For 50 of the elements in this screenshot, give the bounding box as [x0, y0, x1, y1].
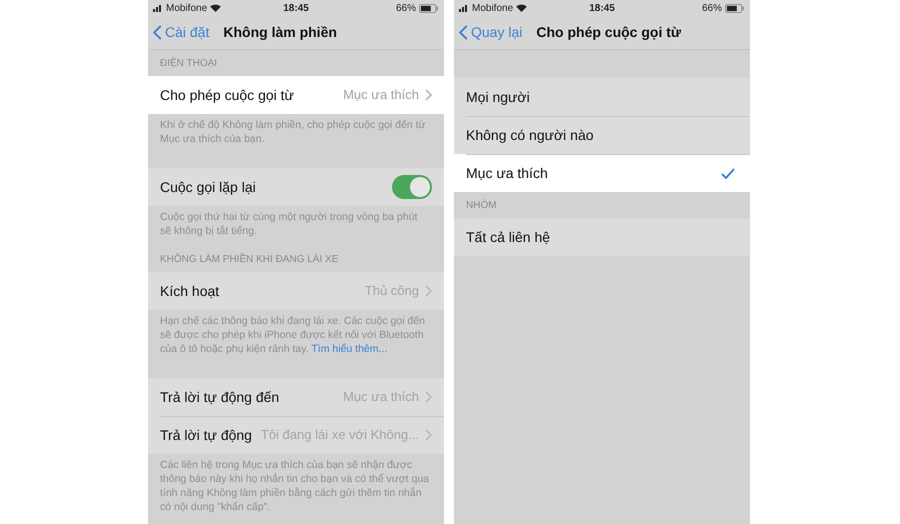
- toggle-switch[interactable]: [392, 175, 432, 199]
- row-value: Mục ưa thích: [343, 388, 419, 406]
- battery-percent: 66%: [702, 2, 722, 16]
- chevron-icon: [425, 429, 432, 441]
- status-time: 18:45: [589, 2, 615, 16]
- settings-row[interactable]: Cho phép cuộc gọi từ Mục ưa thích: [148, 76, 444, 114]
- carrier-name: Mobifone: [166, 2, 208, 16]
- row-label: Không có người nào: [466, 126, 594, 145]
- row-label: Tất cả liên hệ: [466, 228, 550, 246]
- row-label: Cho phép cuộc gọi từ: [160, 86, 294, 105]
- section-header: NHÓM: [466, 198, 497, 213]
- row-label: Cuộc gọi lặp lại: [160, 178, 256, 197]
- battery-icon: [418, 4, 439, 12]
- chevron-icon: [425, 391, 432, 403]
- chevron-icon: [425, 285, 432, 297]
- nav-title: Không làm phiền: [223, 23, 337, 42]
- settings-row[interactable]: Trả lời tự động đến Mục ưa thích: [148, 378, 444, 416]
- row-value: Thủ công: [364, 282, 419, 300]
- section-footer: Các liên hệ trong Mục ưa thích của bạn sẽ nhận được thông báo này khi họ nhắn tin cho bạn và có thể vượt qua tính năng Không làm phiền bằng cách gửi thêm tin nhắn có nội dung "khẩn cấp".: [148, 454, 444, 522]
- back-chevron-icon: [153, 25, 162, 40]
- settings-row[interactable]: Mọi người: [454, 78, 750, 116]
- battery-percent: 66%: [396, 2, 416, 16]
- row-label: Mục ưa thích: [466, 164, 548, 182]
- nav-title: Cho phép cuộc gọi từ: [536, 23, 682, 42]
- settings-row[interactable]: Mục ưa thích: [454, 154, 750, 192]
- settings-row[interactable]: Không có người nào: [454, 116, 750, 154]
- status-time: 18:45: [283, 2, 309, 16]
- row-value: Tôi đang lái xe với Không...: [260, 426, 419, 444]
- carrier-name: Mobifone: [472, 2, 514, 16]
- row-value: Mục ưa thích: [343, 86, 419, 104]
- battery-icon: [724, 4, 745, 12]
- signal-icon: [153, 4, 163, 12]
- wifi-icon: [210, 4, 222, 12]
- row-label: Trả lời tự động: [160, 426, 252, 445]
- signal-icon: [459, 4, 469, 12]
- section-header: ĐIỆN THOẠI: [160, 56, 218, 71]
- section-footer: Khi ở chế độ Không làm phiền, cho phép cuộc gọi đến từ Mục ưa thích của bạn.: [148, 114, 444, 154]
- settings-row[interactable]: Cuộc gọi lặp lại: [148, 168, 444, 206]
- row-label: Mọi người: [466, 88, 530, 107]
- row-label: Kích hoạt: [160, 282, 220, 300]
- wifi-icon: [516, 4, 528, 12]
- row-label: Trả lời tự động đến: [160, 388, 280, 407]
- section-footer: Cuộc gọi thứ hai từ cùng một người trong vòng ba phút sẽ không bị tắt tiếng.: [148, 206, 444, 246]
- settings-row[interactable]: Trả lời tự động Tôi đang lái xe với Không...: [148, 416, 444, 454]
- section-header: KHÔNG LÀM PHIỀN KHI ĐANG LÁI XE: [160, 252, 338, 267]
- back-chevron-icon: [459, 25, 468, 40]
- settings-row[interactable]: Tất cả liên hệ: [454, 218, 750, 256]
- section-footer: Hạn chế các thông báo khi đang lái xe. Các cuộc gọi đến sẽ được cho phép khi iPhone được kết nối với Bluetooth của ô tô hoặc phụ kiện rảnh tay. Tìm hiểu thêm...: [148, 310, 444, 364]
- chevron-icon: [425, 89, 432, 101]
- settings-row[interactable]: Kích hoạt Thủ công: [148, 272, 444, 310]
